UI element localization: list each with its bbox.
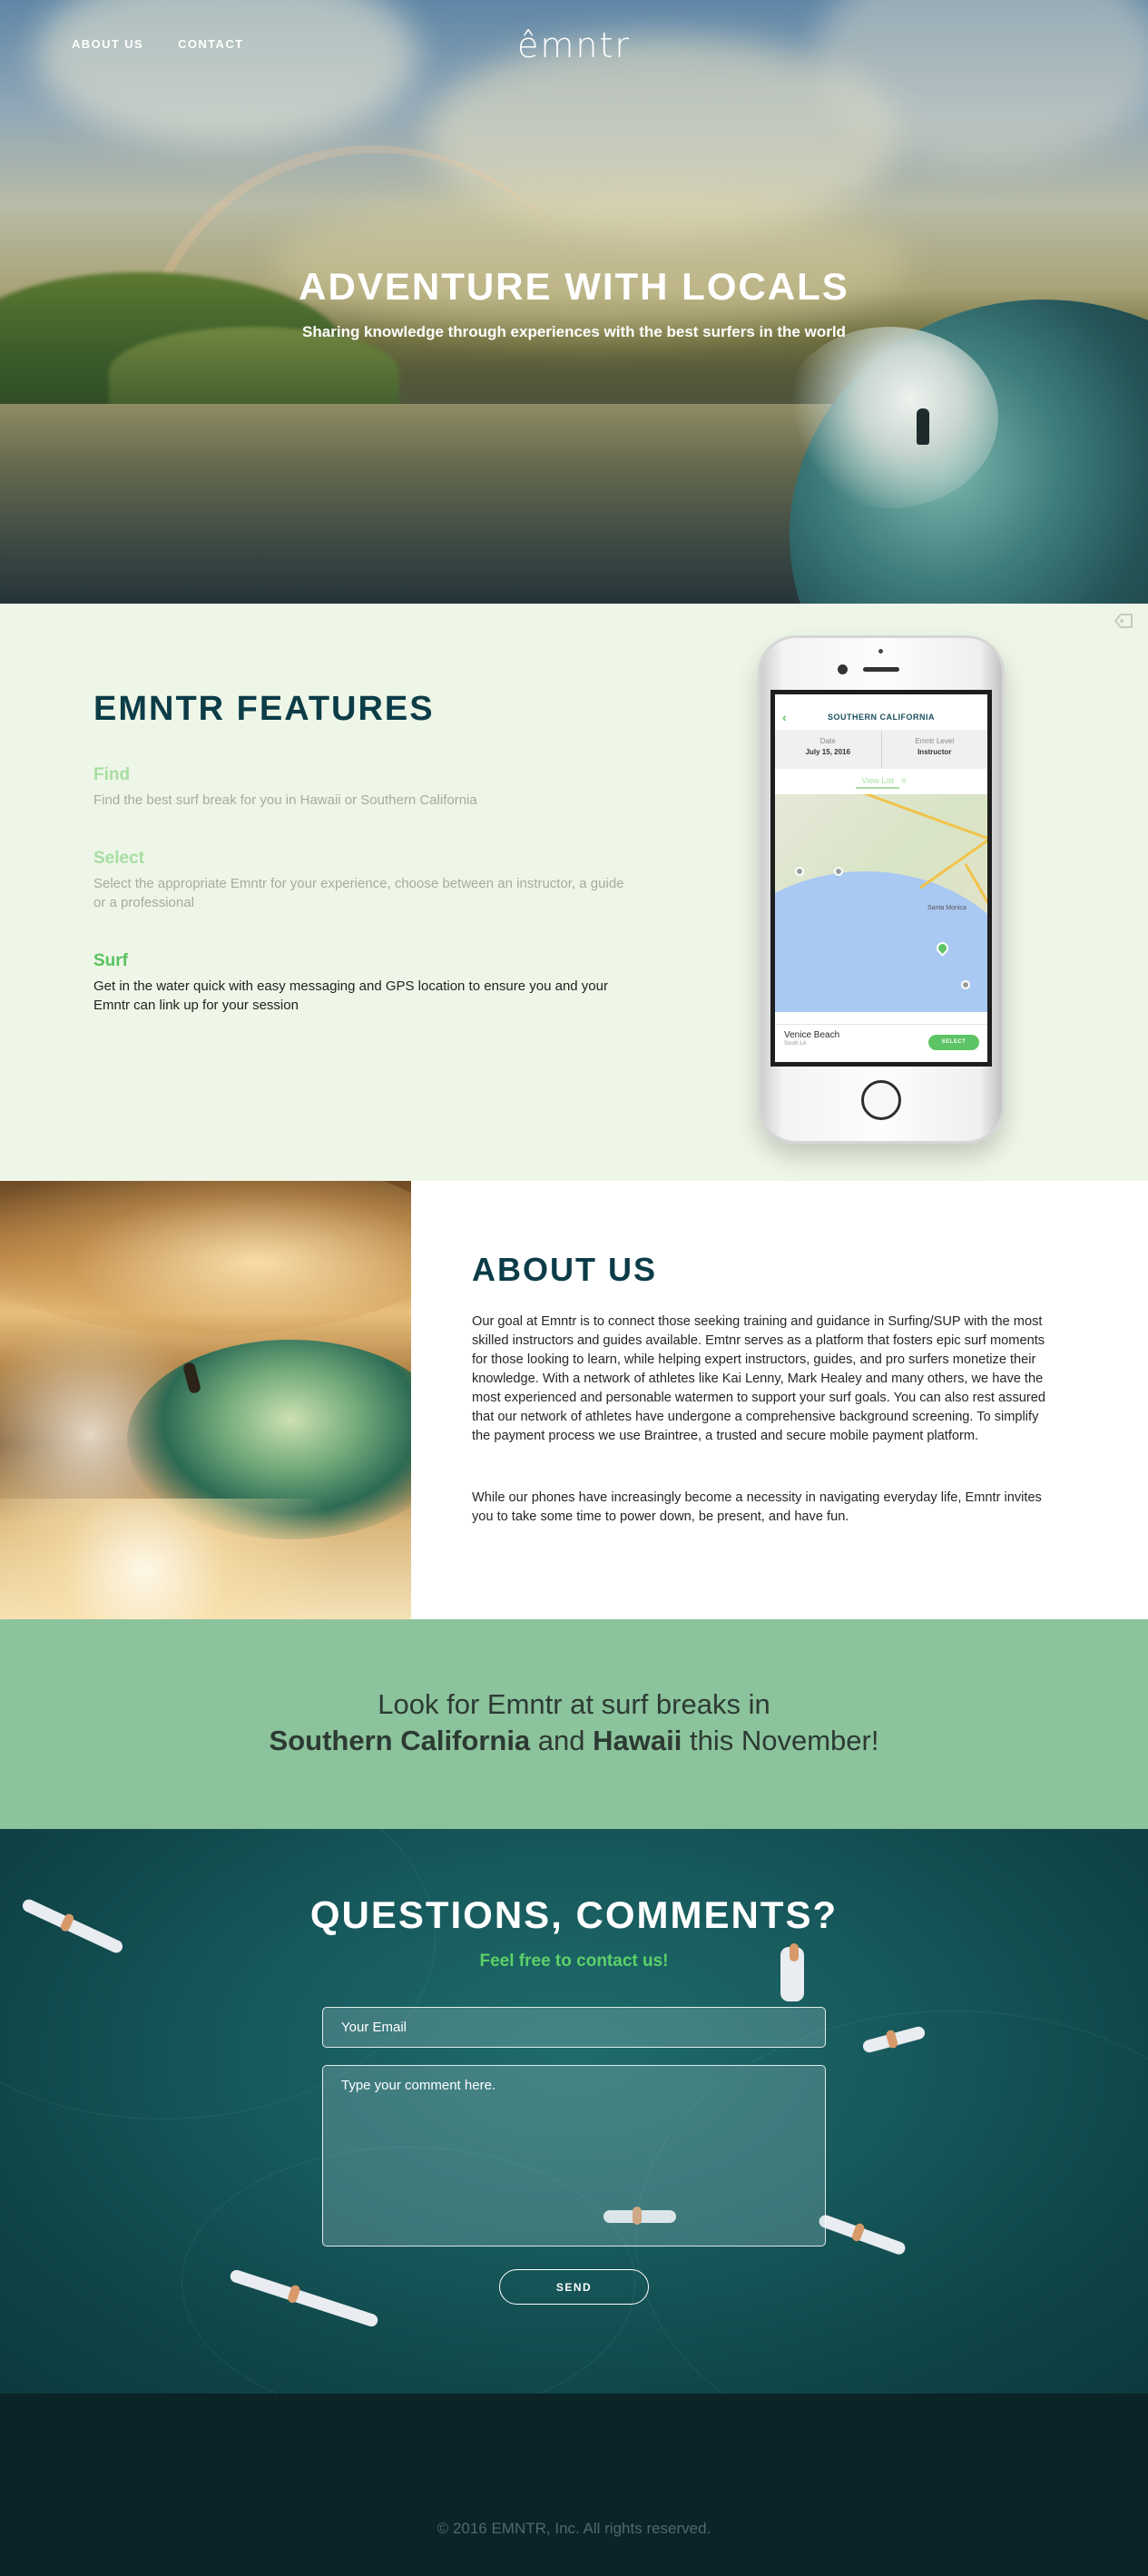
site-logo[interactable]: êmntr [0,25,1148,65]
phone-mockup: ‹ SOUTHERN CALIFORNIA Date July 15, 2016… [758,635,1005,1144]
banner-suffix: this November! [682,1725,879,1756]
about-paragraph: While our phones have increasingly becom… [472,1490,1042,1524]
hero-section: ABOUT US CONTACT êmntr ADVENTURE WITH LO… [0,0,1148,604]
app-date-cell: Date July 15, 2016 [775,731,881,769]
chevron-left-icon: ‹ [782,709,788,724]
banner-line: Southern California and Hawaii this Nove… [0,1725,1148,1757]
about-title: ABOUT US [472,1251,657,1288]
phone-camera [838,664,848,674]
hero-surfer [917,408,929,445]
app-info-bar: Date July 15, 2016 Emntr Level Instructo… [775,731,987,769]
feature-find: Find Find the best surf break for you in… [93,765,638,810]
contact-title: QUESTIONS, COMMENTS? [309,1893,839,1936]
feature-select: Select Select the appropriate Emntr for … [93,849,638,912]
app-level-label: Emntr Level [915,737,955,745]
feature-description: Find the best surf break for you in Hawa… [93,792,477,808]
features-title: EMNTR FEATURES [93,690,435,728]
contact-subtitle: Feel free to contact us! [479,1952,669,1971]
email-field[interactable] [322,2007,826,2048]
feature-surf: Surf Get in the water quick with easy me… [93,951,638,1015]
hero-subtitle: Sharing knowledge through experiences wi… [302,323,846,340]
map-ocean [775,871,987,1012]
map-road [851,794,987,841]
phone-sensor [878,649,883,654]
map-road [919,829,987,890]
hero-cloud [36,0,417,145]
phone-home-button [861,1080,901,1120]
app-header: ‹ SOUTHERN CALIFORNIA [775,703,987,731]
phone-status-bar [775,694,987,703]
page: ABOUT US CONTACT êmntr ADVENTURE WITH LO… [0,0,1148,2576]
about-sparkle [0,1499,411,1619]
phone-speaker [863,667,899,672]
banner-line: Look for Emntr at surf breaks in [378,1688,770,1720]
list-icon: ≡ [901,776,907,785]
feature-name: Select [93,849,144,868]
app-location-footer: Venice Beach South LA SELECT [775,1024,987,1062]
hero-title: ADVENTURE WITH LOCALS [299,265,849,308]
map-pin [961,980,970,989]
phone-screen: ‹ SOUTHERN CALIFORNIA Date July 15, 2016… [770,690,992,1067]
feature-name: Find [93,765,131,784]
announcement-banner: Look for Emntr at surf breaks in Souther… [0,1619,1148,1829]
app-select-button: SELECT [928,1035,979,1050]
map-label: Santa Monica [927,905,966,911]
app-date-label: Date [819,737,836,745]
app-view-list-label: View List [856,776,900,789]
feature-description: Get in the water quick with easy messagi… [93,978,608,1013]
map-pin [834,867,843,876]
about-sky [0,1181,411,1335]
banner-joiner: and [530,1725,594,1756]
comment-field[interactable] [322,2065,826,2247]
app-view-list: View List ≡ [775,769,987,794]
about-paragraph: Our goal at Emntr is to connect those se… [472,1314,1045,1443]
footer-copyright: © 2016 EMNTR, Inc. All rights reserved. [437,2520,711,2537]
map-pin [795,867,804,876]
app-header-title: SOUTHERN CALIFORNIA [828,712,935,722]
hero-wave-lip [780,327,998,508]
app-level-value: Instructor [917,748,952,756]
banner-place: Southern California [269,1725,531,1756]
tag-icon[interactable] [1114,613,1133,629]
contact-section: QUESTIONS, COMMENTS? Feel free to contac… [0,1829,1148,2394]
app-map: Santa Monica [775,794,987,1012]
feature-description: Select the appropriate Emntr for your ex… [93,876,624,910]
app-date-value: July 15, 2016 [805,748,850,756]
send-button[interactable]: SEND [499,2269,649,2305]
app-level-cell: Emntr Level Instructor [880,731,988,769]
banner-place: Hawaii [593,1725,682,1756]
footer: © 2016 EMNTR, Inc. All rights reserved. [0,2394,1148,2576]
about-section: ABOUT US Our goal at Emntr is to connect… [0,1181,1148,1619]
about-image [0,1181,411,1619]
feature-name: Surf [93,951,128,970]
features-section: EMNTR FEATURES Find Find the best surf b… [0,604,1148,1181]
